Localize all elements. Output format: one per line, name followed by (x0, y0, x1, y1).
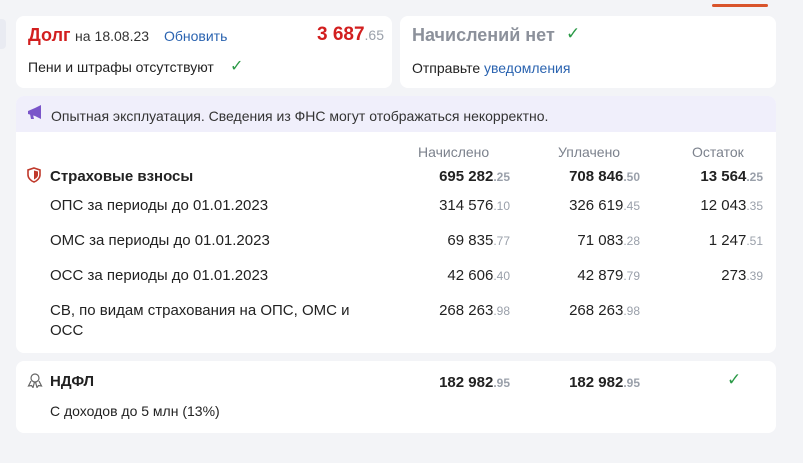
left-edge-tab[interactable] (0, 19, 6, 49)
debt-amount-int: 3 687 (316, 24, 365, 45)
insurance-paid: 708 846.50 (569, 168, 640, 185)
person-ribbon-icon (27, 373, 43, 388)
column-accrued: Начислено (418, 144, 490, 160)
debt-amount-frac: .65 (364, 27, 384, 43)
insurance-card: Опытная эксплуатация. Сведения из ФНС мо… (16, 96, 776, 353)
table-cell-accrued: 314 576.10 (439, 197, 510, 214)
table-row-label: ОПС за периоды до 01.01.2023 (50, 197, 269, 214)
ndfl-paid: 182 982.95 (569, 374, 640, 391)
table-cell-paid: 42 879.79 (577, 267, 640, 284)
ndfl-subtitle: С доходов до 5 млн (13%) (50, 403, 220, 419)
refresh-link[interactable]: Обновить (164, 28, 227, 44)
debt-date-value: 18.08.23 (94, 28, 150, 44)
table-cell-balance: 273.39 (721, 267, 763, 284)
check-icon: ✓ (230, 58, 244, 75)
table-cell-accrued: 42 606.40 (447, 267, 510, 284)
accruals-card: Начислений нет ✓ Отправьте уведомления (400, 16, 776, 88)
check-icon: ✓ (566, 24, 581, 43)
table-cell-paid: 71 083.28 (577, 232, 640, 249)
megaphone-icon (28, 105, 41, 119)
table-row-label: СВ, по видам страхования на ОПС, ОМС и ОС… (50, 301, 350, 341)
notify-prefix: Отправьте (412, 60, 481, 76)
table-row-label-line1: СВ, по видам страхования на ОПС, ОМС и (50, 302, 350, 319)
penalty-text: Пени и штрафы отсутствуют (28, 59, 214, 75)
table-cell-balance: 12 043.35 (700, 197, 763, 214)
shield-icon (27, 167, 41, 183)
table-cell-paid: 326 619.45 (569, 197, 640, 214)
table-row-label: ОСС за периоды до 01.01.2023 (50, 267, 269, 284)
table-cell-accrued: 69 835.77 (447, 232, 510, 249)
notifications-link[interactable]: уведомления (484, 60, 570, 76)
debt-amount: 3 687.65 (317, 24, 384, 46)
table-cell-accrued: 268 263.98 (439, 302, 510, 319)
table-row-label-line2: ОСС (50, 322, 84, 339)
warning-text: Опытная эксплуатация. Сведения из ФНС мо… (51, 108, 549, 124)
debt-date: на 18.08.23 (75, 28, 149, 44)
debt-title: Долг (28, 25, 71, 45)
table-row-label: ОМС за периоды до 01.01.2023 (50, 232, 270, 249)
insurance-accrued: 695 282.25 (439, 168, 510, 185)
ndfl-accrued: 182 982.95 (439, 374, 510, 391)
active-tab-indicator (712, 4, 768, 7)
debt-card: Долг на 18.08.23 Обновить 3 687.65 Пени и… (16, 16, 392, 88)
table-cell-balance: 1 247.51 (708, 232, 763, 249)
ndfl-card: НДФЛ С доходов до 5 млн (13%) 182 982.95… (16, 361, 776, 433)
check-icon: ✓ (727, 370, 742, 389)
insurance-balance: 13 564.25 (700, 168, 763, 185)
ndfl-title: НДФЛ (50, 373, 95, 390)
debt-date-prefix: на (75, 28, 91, 44)
table-cell-paid: 268 263.98 (569, 302, 640, 319)
accruals-title: Начислений нет (412, 25, 555, 45)
notify-text: Отправьте уведомления (412, 60, 570, 76)
insurance-title: Страховые взносы (50, 168, 194, 185)
warning-banner: Опытная эксплуатация. Сведения из ФНС мо… (16, 96, 776, 132)
column-balance: Остаток (692, 144, 744, 160)
column-paid: Уплачено (558, 144, 621, 160)
